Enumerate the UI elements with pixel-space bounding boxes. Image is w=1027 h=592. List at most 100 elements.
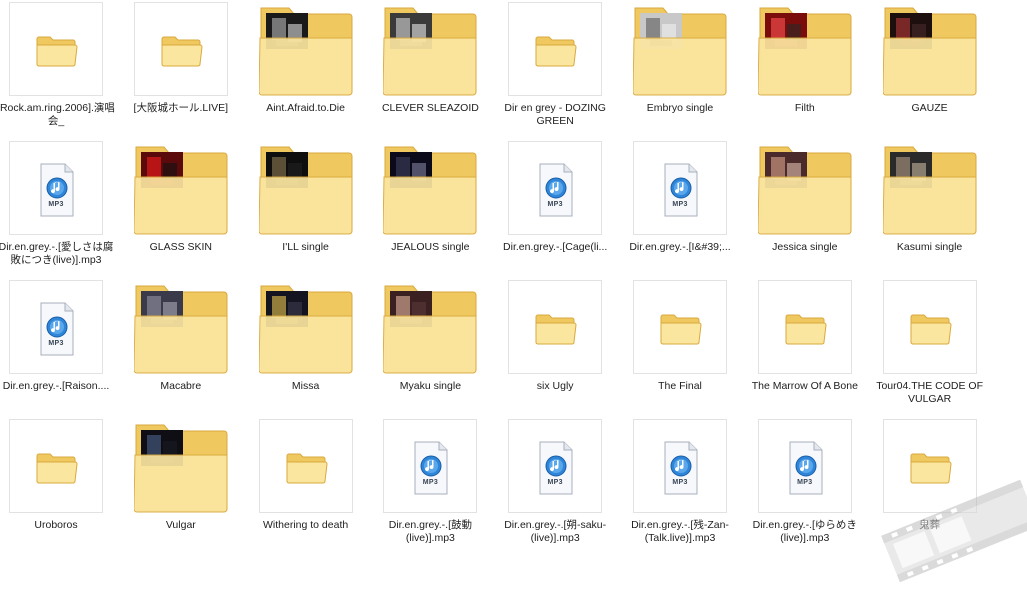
folder-item[interactable]: GLASS SKIN [119,141,243,254]
mp3-badge-label: MP3 [48,340,64,347]
item-label: Kasumi single [896,241,963,253]
folder-item[interactable]: Withering to death [244,419,368,532]
mp3-file-item[interactable]: MP3 Dir.en.grey.-.[鼓動(live)].mp3 [368,419,492,545]
folder-item[interactable]: [Rock.am.ring.2006].演唱会_ [0,2,118,128]
item-label: Dir.en.grey.-.[残-Zan-(Talk.live)].mp3 [631,519,729,544]
folder-item[interactable]: six Ugly [493,280,617,393]
mp3-file-item[interactable]: MP3 Dir.en.grey.-.[残-Zan-(Talk.live)].mp3 [618,419,742,545]
item-label: GLASS SKIN [149,241,213,253]
album-art-folder-icon[interactable] [258,2,353,96]
mp3-badge-label: MP3 [797,479,813,486]
item-label: Dir.en.grey.-.[朔-saku-(live)].mp3 [504,519,607,544]
mp3-file-icon[interactable]: MP3 [9,280,103,374]
mp3-badge-label: MP3 [422,479,439,486]
folder-icon[interactable] [9,419,103,513]
mp3-file-icon[interactable]: MP3 [757,419,852,513]
folder-item[interactable]: Filth [743,2,867,115]
item-label: Tour04.THE CODE OF VULGAR [876,380,983,405]
folder-item[interactable]: Dir en grey - DOZING GREEN [493,2,617,128]
file-grid: [Rock.am.ring.2006].演唱会_ [大阪城ホール.LIVE] A… [0,0,1027,552]
mp3-file-icon[interactable]: MP3 [508,141,603,235]
mp3-file-icon[interactable]: MP3 [633,141,727,235]
mp3-badge-label: MP3 [547,479,563,486]
item-label: Uroboros [34,519,78,531]
mp3-file-item[interactable]: MP3 Dir.en.grey.-.[ゆらめき(live)].mp3 [743,419,867,545]
mp3-file-item[interactable]: MP3 Dir.en.grey.-.[Raison.... [0,280,118,393]
album-art-folder-icon[interactable] [258,280,353,374]
item-label: Embryo single [646,102,714,114]
item-label: Vulgar [165,519,196,531]
item-label: The Marrow Of A Bone [751,380,858,392]
mp3-file-icon[interactable]: MP3 [633,419,727,513]
folder-icon[interactable] [882,280,977,374]
folder-icon[interactable] [258,419,353,513]
item-label: Myaku single [399,380,462,392]
mp3-file-item[interactable]: MP3 Dir.en.grey.-.[朔-saku-(live)].mp3 [493,419,617,545]
album-art-folder-icon[interactable] [882,2,977,96]
folder-item[interactable]: The Marrow Of A Bone [743,280,867,393]
item-label: Missa [291,380,320,392]
item-label: I'LL single [282,241,329,253]
item-label: Dir.en.grey.-.[ゆらめき(live)].mp3 [752,519,857,544]
item-label: Withering to death [262,519,349,531]
item-label: Dir.en.grey.-.[Raison.... [2,380,110,392]
item-label: Dir.en.grey.-.[Cage(li... [503,241,608,253]
album-art-folder-icon[interactable] [383,2,477,96]
item-label: [Rock.am.ring.2006].演唱会_ [0,102,115,127]
item-label: GAUZE [911,102,948,114]
folder-item[interactable]: Kasumi single [868,141,992,254]
item-label: Dir en grey - DOZING GREEN [504,102,606,127]
folder-icon[interactable] [133,2,228,96]
mp3-file-icon[interactable]: MP3 [508,419,603,513]
folder-item[interactable]: JEALOUS single [368,141,492,254]
mp3-badge-label: MP3 [672,479,688,486]
folder-item[interactable]: Missa [244,280,368,393]
folder-icon[interactable] [9,2,103,96]
mp3-badge-label: MP3 [547,201,563,208]
item-label: The Final [658,380,702,392]
item-label: Dir.en.grey.-.[鼓動(live)].mp3 [388,519,473,544]
mp3-file-icon[interactable]: MP3 [9,141,103,235]
album-art-folder-icon[interactable] [258,141,353,235]
album-art-folder-icon[interactable] [133,419,228,513]
item-label: [大阪城ホール.LIVE] [133,102,229,114]
item-label: Macabre [160,380,202,392]
folder-item[interactable]: Tour04.THE CODE OF VULGAR [868,280,992,406]
folder-icon[interactable] [757,280,852,374]
album-art-folder-icon[interactable] [383,280,477,374]
folder-icon[interactable] [508,280,603,374]
folder-item[interactable]: GAUZE [868,2,992,115]
item-label: Jessica single [772,241,838,253]
mp3-file-item[interactable]: MP3 Dir.en.grey.-.[I&#39;... [618,141,742,254]
folder-item[interactable]: Embryo single [618,2,742,115]
folder-item[interactable]: Uroboros [0,419,118,532]
album-art-folder-icon[interactable] [383,141,477,235]
mp3-file-item[interactable]: MP3 Dir.en.grey.-.[Cage(li... [493,141,617,254]
item-label: Dir.en.grey.-.[I&#39;... [629,241,731,253]
folder-item[interactable]: I'LL single [244,141,368,254]
album-art-folder-icon[interactable] [133,280,228,374]
folder-item[interactable]: [大阪城ホール.LIVE] [119,2,243,115]
item-label: Aint.Afraid.to.Die [266,102,345,114]
folder-item[interactable]: Jessica single [743,141,867,254]
folder-item[interactable]: Myaku single [368,280,492,393]
mp3-file-icon[interactable]: MP3 [383,419,478,513]
folder-item[interactable]: Aint.Afraid.to.Die [244,2,368,115]
album-art-folder-icon[interactable] [882,141,977,235]
folder-item[interactable]: CLEVER SLEAZOID [368,2,492,115]
folder-icon[interactable] [633,280,727,374]
folder-icon[interactable] [508,2,603,96]
item-label: CLEVER SLEAZOID [381,102,479,114]
album-art-folder-icon[interactable] [757,2,852,96]
item-label: Filth [794,102,815,114]
album-art-folder-icon[interactable] [133,141,228,235]
folder-item[interactable]: Vulgar [119,419,243,532]
album-art-folder-icon[interactable] [757,141,852,235]
folder-item[interactable]: Macabre [119,280,243,393]
item-label: six Ugly [536,380,574,392]
mp3-badge-label: MP3 [672,201,688,208]
mp3-file-item[interactable]: MP3 Dir.en.grey.-.[愛しさは腐敗につき(live)].mp3 [0,141,118,267]
folder-item[interactable]: The Final [618,280,742,393]
album-art-folder-icon[interactable] [633,2,727,96]
mp3-badge-label: MP3 [48,201,64,208]
